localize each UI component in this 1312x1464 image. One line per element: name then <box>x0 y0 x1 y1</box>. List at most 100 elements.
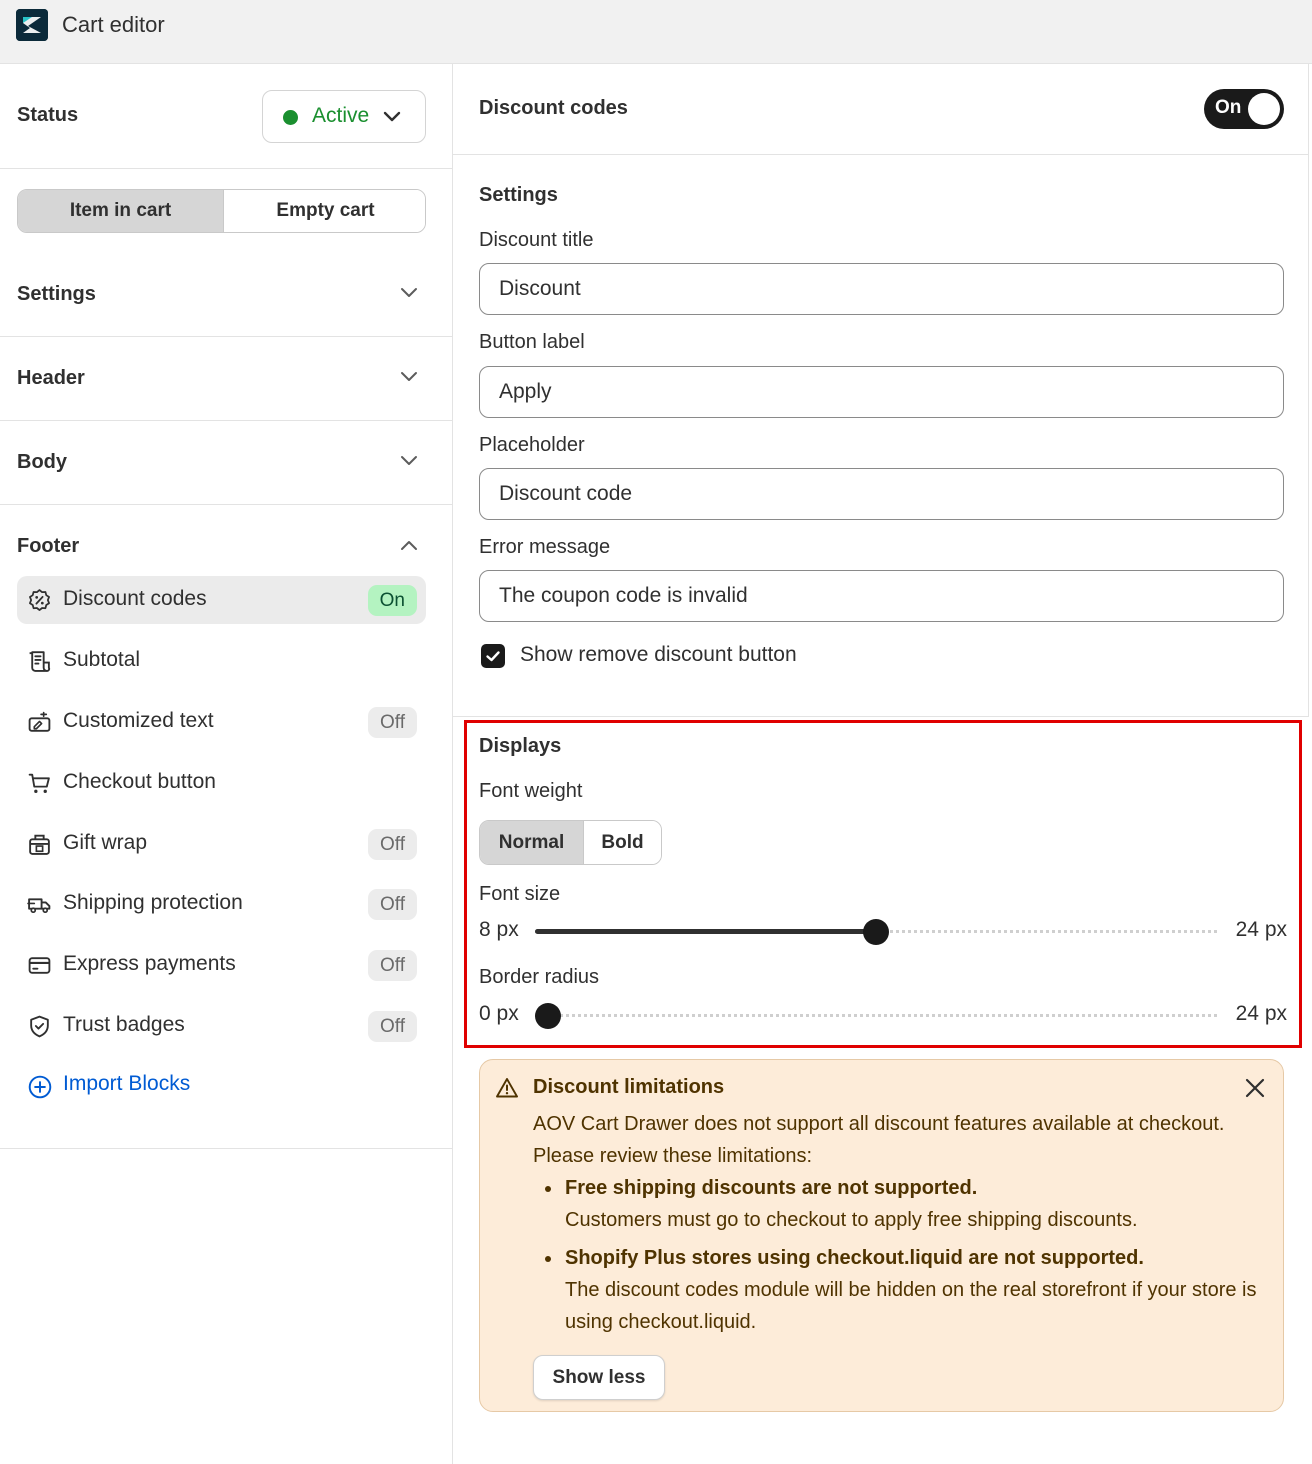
truck-icon <box>27 892 52 917</box>
discount-codes-toggle[interactable]: On <box>1204 89 1284 129</box>
border-radius-label: Border radius <box>479 966 600 988</box>
discount-title-input[interactable] <box>479 263 1284 315</box>
footer-block-label: Trust badges <box>63 1013 185 1036</box>
border-radius-slider-row: 0 px 24 px <box>479 999 1287 1033</box>
custom-text-icon <box>27 710 52 735</box>
gift-icon <box>27 832 52 857</box>
chevron-up-icon <box>400 538 418 556</box>
displays-title: Displays <box>479 735 562 757</box>
footer-block-discount-codes[interactable]: Discount codes On <box>17 576 426 624</box>
slider-thumb[interactable] <box>535 1003 561 1029</box>
tab-empty-cart[interactable]: Empty cart <box>224 190 425 232</box>
toggle-label: On <box>1215 97 1242 118</box>
list-item: Shopify Plus stores using checkout.liqui… <box>533 1242 1273 1338</box>
section-header-label: Header <box>17 367 85 389</box>
settings-card: Settings Discount title Button label Pla… <box>453 155 1309 717</box>
limitations-list: Free shipping discounts are not supporte… <box>533 1172 1273 1338</box>
discount-icon <box>27 588 52 613</box>
error-message-input[interactable] <box>479 570 1284 622</box>
footer-block-label: Express payments <box>63 952 236 975</box>
banner-title: Discount limitations <box>533 1076 725 1098</box>
close-icon[interactable] <box>1243 1076 1267 1100</box>
footer-block-label: Checkout button <box>63 770 216 793</box>
slider-thumb[interactable] <box>863 919 889 945</box>
footer-block-gift-wrap[interactable]: Gift wrap Off <box>17 820 426 868</box>
font-weight-toggle: Normal Bold <box>479 820 662 865</box>
footer-block-trust-badges[interactable]: Trust badges Off <box>17 1002 426 1050</box>
status-label: Status <box>17 104 79 126</box>
placeholder-label: Placeholder <box>479 434 585 456</box>
chevron-down-icon <box>400 370 418 388</box>
section-body[interactable]: Body <box>0 421 453 505</box>
section-footer-label: Footer <box>17 535 80 557</box>
left-panel: Status Active Item in cart Empty cart Se… <box>0 64 453 1464</box>
banner-body: AOV Cart Drawer does not support all dis… <box>533 1113 1225 1167</box>
status-dot-icon <box>283 110 298 125</box>
border-radius-slider[interactable] <box>535 999 1217 1033</box>
limitation-heading: Free shipping discounts are not supporte… <box>565 1177 978 1199</box>
limitation-text: Customers must go to checkout to apply f… <box>565 1209 1138 1231</box>
section-footer-header[interactable]: Footer <box>0 505 453 569</box>
placeholder-input[interactable] <box>479 468 1284 520</box>
footer-block-subtotal[interactable]: Subtotal <box>17 637 426 685</box>
font-size-label: Font size <box>479 883 561 905</box>
status-value: Active <box>312 104 370 127</box>
warning-icon <box>495 1076 519 1105</box>
status-row: Status Active <box>0 64 453 169</box>
status-select[interactable]: Active <box>262 90 426 143</box>
limitation-heading: Shopify Plus stores using checkout.liqui… <box>565 1247 1144 1269</box>
font-size-slider[interactable] <box>535 915 1217 949</box>
button-label-input[interactable] <box>479 366 1284 418</box>
footer-block-label: Discount codes <box>63 587 207 610</box>
status-badge: On <box>367 585 417 616</box>
show-less-button[interactable]: Show less <box>533 1355 665 1400</box>
credit-card-icon <box>27 953 52 978</box>
shield-icon <box>27 1014 52 1039</box>
cart-state-tabs: Item in cart Empty cart <box>17 189 426 233</box>
displays-card: Displays Font weight Normal Bold Font si… <box>464 720 1302 1048</box>
status-badge: Off <box>368 707 417 738</box>
slider-track <box>535 1014 1217 1018</box>
footer-block-shipping-protection[interactable]: Shipping protection Off <box>17 880 426 928</box>
chevron-down-icon <box>400 454 418 472</box>
slider-fill <box>535 929 876 934</box>
footer-block-customized-text[interactable]: Customized text Off <box>17 698 426 746</box>
section-body-label: Body <box>17 451 67 473</box>
footer-block-checkout-button[interactable]: Checkout button <box>17 759 426 807</box>
discount-codes-title: Discount codes <box>479 97 628 119</box>
chevron-down-icon <box>400 286 418 304</box>
show-remove-discount-checkbox[interactable] <box>481 644 505 668</box>
cart-icon <box>27 771 52 796</box>
font-weight-bold[interactable]: Bold <box>584 821 661 864</box>
font-size-max: 24 px <box>1235 918 1287 941</box>
status-badge: Off <box>368 950 417 981</box>
footer-block-express-payments[interactable]: Express payments Off <box>17 941 426 989</box>
error-message-label: Error message <box>479 536 611 558</box>
discount-title-label: Discount title <box>479 229 594 251</box>
tab-item-in-cart[interactable]: Item in cart <box>18 190 224 232</box>
checkmark-icon <box>486 651 500 662</box>
section-settings-label: Settings <box>17 283 96 305</box>
footer-block-label: Subtotal <box>63 648 141 671</box>
app-logo-icon <box>16 9 48 41</box>
footer-block-label: Shipping protection <box>63 891 243 914</box>
toggle-knob <box>1248 93 1280 125</box>
list-item: Free shipping discounts are not supporte… <box>533 1172 1273 1236</box>
discount-codes-header: Discount codes On <box>453 64 1309 155</box>
font-weight-normal[interactable]: Normal <box>480 821 584 864</box>
status-badge: Off <box>368 889 417 920</box>
plus-circle-icon <box>27 1074 53 1100</box>
chevron-down-icon <box>383 110 401 129</box>
top-bar: Cart editor <box>0 0 1312 64</box>
right-panel: Discount codes On Settings Discount titl… <box>453 64 1312 1464</box>
section-settings[interactable]: Settings <box>0 253 453 337</box>
status-badge: Off <box>368 1011 417 1042</box>
footer-block-label: Customized text <box>63 709 214 732</box>
app-title: Cart editor <box>62 12 165 37</box>
section-header[interactable]: Header <box>0 337 453 421</box>
border-radius-max: 24 px <box>1235 1002 1287 1025</box>
receipt-icon <box>27 649 52 674</box>
settings-title: Settings <box>479 184 558 206</box>
border-radius-min: 0 px <box>479 1002 519 1025</box>
footer-block-label: Gift wrap <box>63 831 148 854</box>
